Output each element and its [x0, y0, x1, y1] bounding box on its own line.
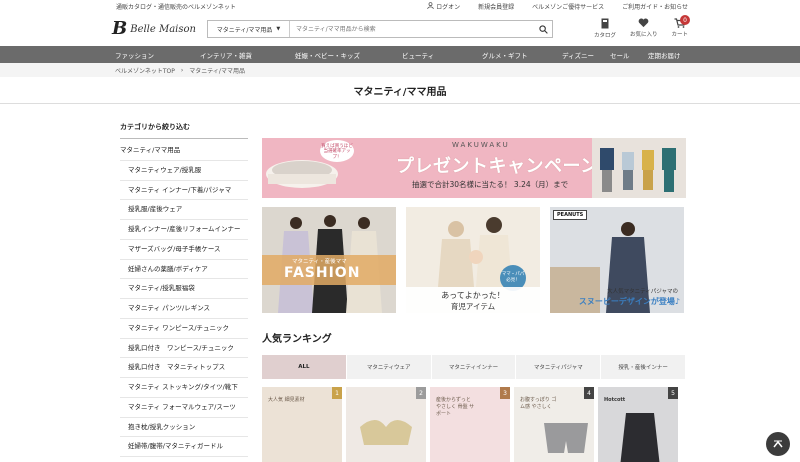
heart-icon [638, 18, 649, 28]
baby-card-line1: あってよかった！ [441, 291, 505, 300]
sidebar-item[interactable]: 授乳服/産後ウェア [120, 200, 248, 221]
product-card[interactable]: 大人気 細見素材 1 [262, 387, 342, 462]
sidebar-item[interactable]: 授乳口付き マタニティトップス [120, 358, 248, 379]
rank-badge: 5 [668, 387, 678, 399]
baby-card-line2: 育児アイテム [450, 302, 496, 311]
utility-links: ログオン 新規会員登録 ベルメゾンご優待サービス ご利用ガイド・お知らせ [427, 1, 688, 11]
breadcrumb: ベルメゾンネットTOP › マタニティ/ママ用品 [0, 63, 800, 77]
product-card[interactable]: お腹すっぽり ゴム感 やさしく 4 [514, 387, 594, 462]
nav-subscription[interactable]: 定期お届け [648, 50, 681, 60]
main-content: 買えば買うほど当選確率アップ！ WAKUWAKU プレゼントキャンペーン 抽選で… [262, 138, 686, 462]
shorts-product-image [544, 423, 588, 453]
sidebar-item[interactable]: マタニティウェア/授乳服 [120, 161, 248, 181]
banner-circle-badge: 買えば買うほど当選確率アップ！ [320, 140, 354, 162]
search-icon[interactable] [534, 21, 552, 37]
sidebar-item[interactable]: 妊婦帯/腹帯/マタニティガードル [120, 437, 248, 458]
banner-eyebrow: WAKUWAKU [452, 141, 510, 149]
fashion-card[interactable]: マタニティ・産後ママ FASHION [262, 207, 396, 313]
product-card[interactable]: 産後からずっと やさしく 骨盤 サポート 3 [430, 387, 510, 462]
sidebar-item[interactable]: マザーズバッグ/母子手帳ケース [120, 240, 248, 260]
cart-button[interactable]: カート 0 [671, 15, 690, 39]
snoopy-caption-1: 大人気マタニティパジャマの [607, 289, 678, 295]
tab-all[interactable]: ALL [262, 355, 347, 379]
cart-count-badge: 0 [680, 15, 690, 25]
favorites-button[interactable]: お気に入り [630, 18, 657, 39]
login-link[interactable]: ログオン [427, 1, 460, 11]
main-nav: ファッション インテリア・雑貨 妊娠・ベビー・キッズ ビューティ グルメ・ギフト… [0, 46, 800, 63]
ranking-tabs: ALL マタニティウェア マタニティインナー マタニティパジャマ 授乳・産後イン… [262, 355, 686, 379]
arrow-up-icon [773, 440, 783, 448]
snoopy-caption-2: スヌーピーデザインが登場♪ [578, 297, 680, 306]
banner-subline: 抽選で合計30名様に当たる！ 3.24（月）まで [412, 180, 569, 189]
category-sidebar: カテゴリから絞り込む マタニティ/ママ用品 マタニティウェア/授乳服 マタニティ… [120, 122, 248, 458]
peanuts-logo: PEANUTS [553, 210, 588, 220]
nav-fashion[interactable]: ファッション [115, 50, 200, 60]
site-tagline: 通販カタログ・通信販売のベルメゾンネット [116, 3, 236, 11]
register-link[interactable]: 新規会員登録 [478, 2, 514, 11]
sidebar-item[interactable]: 授乳口付き ワンピース/チュニック [120, 339, 248, 359]
site-header: B Belle Maison マタニティ/ママ用品 ▼ カタログ お気に入り カ… [0, 12, 800, 46]
sidebar-item[interactable]: マタニティ インナー/下着/パジャマ [120, 181, 248, 201]
nav-beauty[interactable]: ビューティ [402, 50, 482, 60]
sidebar-heading: カテゴリから絞り込む [120, 122, 248, 139]
nav-sale[interactable]: セール [610, 50, 648, 60]
baby-items-card[interactable]: ママ・パパ必見！ あってよかった！ 育児アイテム [406, 207, 540, 313]
sidebar-item[interactable]: マタニティ パンツ/レギンス [120, 299, 248, 319]
breadcrumb-home[interactable]: ベルメゾンネットTOP [115, 66, 175, 75]
catalog-icon [601, 18, 609, 29]
product-caption: 大人気 細見素材 [268, 397, 305, 403]
product-card[interactable]: 2 [346, 387, 426, 462]
breadcrumb-current: マタニティ/ママ用品 [189, 67, 245, 75]
chevron-down-icon: ▼ [276, 26, 281, 32]
nav-gourmet[interactable]: グルメ・ギフト [482, 50, 562, 60]
fashion-title: FASHION [284, 265, 361, 281]
tab-maternity-inner[interactable]: マタニティインナー [431, 355, 517, 379]
sidebar-item[interactable]: マタニティ/授乳服福袋 [120, 279, 248, 300]
product-caption: 産後からずっと やさしく 骨盤 サポート [436, 397, 475, 417]
search-bar: マタニティ/ママ用品 ▼ [207, 20, 553, 38]
tab-maternity-wear[interactable]: マタニティウェア [346, 355, 432, 379]
nav-baby-kids[interactable]: 妊娠・ベビー・キッズ [295, 50, 402, 60]
sidebar-item[interactable]: マタニティ ストッキング/タイツ/靴下 [120, 378, 248, 398]
ranking-title: 人気ランキング [262, 334, 332, 345]
back-to-top-button[interactable] [766, 432, 790, 456]
search-input[interactable] [290, 21, 534, 37]
rank-badge: 3 [500, 387, 510, 399]
sidebar-item[interactable]: 授乳インナー/産後リフォームインナー [120, 220, 248, 240]
fashion-caption: マタニティ・産後ママ [292, 259, 347, 265]
chevron-right-icon: › [180, 66, 184, 74]
nav-disney[interactable]: ディズニー [562, 50, 610, 60]
sidebar-item[interactable]: 妊婦さんの薬膳/ボディケア [120, 260, 248, 280]
nav-interior[interactable]: インテリア・雑貨 [200, 50, 295, 60]
guide-link[interactable]: ご利用ガイド・お知らせ [622, 2, 688, 11]
rank-badge: 2 [416, 387, 426, 399]
header-icons: カタログ お気に入り カート 0 [594, 15, 690, 39]
campaign-banner[interactable]: 買えば買うほど当選確率アップ！ WAKUWAKU プレゼントキャンペーン 抽選で… [262, 138, 686, 198]
kids-photo [592, 138, 686, 198]
feature-cards: マタニティ・産後ママ FASHION ママ・パパ必見！ あってよかった！ 育児ア… [262, 207, 686, 313]
banner-headline: プレゼントキャンペーン [396, 156, 599, 177]
rank-badge: 4 [584, 387, 594, 399]
tab-nursing-inner[interactable]: 授乳・産後インナー [601, 355, 686, 379]
user-icon [427, 1, 434, 9]
catalog-button[interactable]: カタログ [594, 18, 616, 39]
snoopy-pajama-card[interactable]: PEANUTS 大人気マタニティパジャマの スヌーピーデザインが登場♪ [550, 207, 684, 313]
sidebar-item[interactable]: 抱き枕/授乳クッション [120, 418, 248, 438]
innerwear-product-image [620, 413, 660, 462]
sidebar-item[interactable]: マタニティ ワンピース/チュニック [120, 319, 248, 339]
rank-badge: 1 [332, 387, 342, 399]
sidebar-item-maternity[interactable]: マタニティ/ママ用品 [120, 139, 248, 161]
utility-bar: 通販カタログ・通信販売のベルメゾンネット ログオン 新規会員登録 ベルメゾンご優… [0, 0, 800, 12]
belle-maison-logo[interactable]: B Belle Maison [112, 20, 197, 38]
member-service-link[interactable]: ベルメゾンご優待サービス [532, 2, 604, 11]
ranking-products: 大人気 細見素材 1 2 産後からずっと やさしく 骨盤 サポート 3 お腹すっ… [262, 387, 686, 462]
tab-maternity-pajama[interactable]: マタニティパジャマ [516, 355, 602, 379]
sidebar-item[interactable]: マタニティ フォーマルウェア/スーツ [120, 398, 248, 418]
bra-product-image [360, 420, 412, 445]
product-card[interactable]: Hotcott 5 [598, 387, 678, 462]
search-category-select[interactable]: マタニティ/ママ用品 ▼ [208, 21, 290, 37]
page-title: マタニティ/ママ用品 [0, 77, 800, 104]
